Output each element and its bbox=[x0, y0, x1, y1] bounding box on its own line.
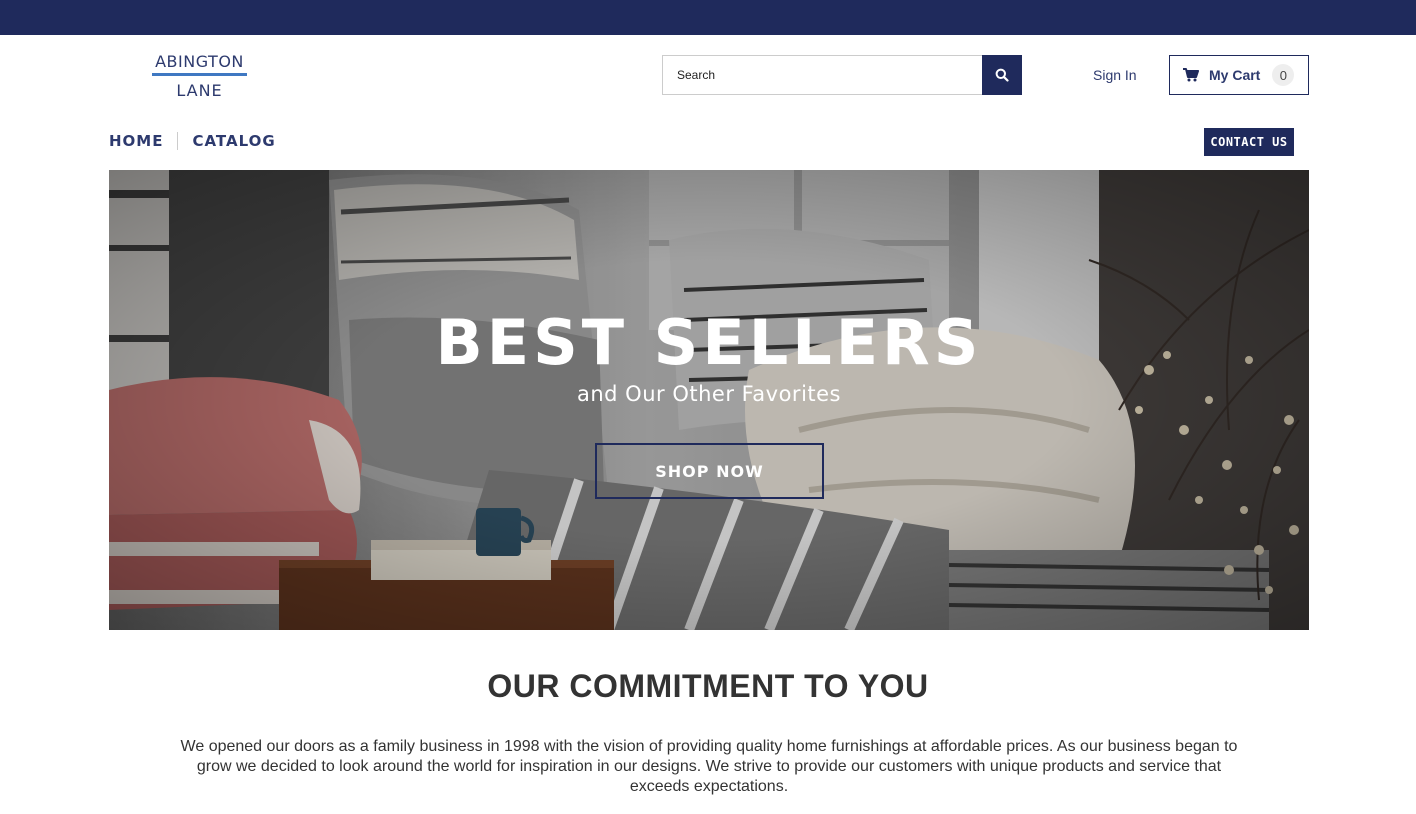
cart-icon bbox=[1183, 68, 1199, 82]
hero-subtitle: and Our Other Favorites bbox=[577, 382, 841, 406]
logo-line1: ABINGTON bbox=[155, 52, 244, 71]
logo-line2: LANE bbox=[176, 81, 223, 100]
nav-item-home[interactable]: HOME bbox=[109, 132, 163, 150]
nav-divider bbox=[177, 132, 179, 150]
shop-now-button[interactable]: SHOP NOW bbox=[595, 443, 824, 499]
sign-in-link[interactable]: Sign In bbox=[1093, 67, 1137, 83]
top-bar bbox=[0, 0, 1416, 35]
logo-rule bbox=[152, 73, 247, 76]
logo[interactable]: ABINGTON LANE bbox=[152, 52, 247, 101]
cart-count-badge: 0 bbox=[1272, 64, 1295, 86]
contact-us-button[interactable]: CONTACT US bbox=[1204, 128, 1294, 156]
commitment-heading: OUR COMMITMENT TO YOU bbox=[487, 668, 929, 704]
hero-banner: BEST SELLERS and Our Other Favorites SHO… bbox=[109, 170, 1309, 630]
main-nav: HOME CATALOG bbox=[109, 132, 276, 150]
commitment-text: We opened our doors as a family business… bbox=[180, 738, 1238, 795]
search-button[interactable] bbox=[982, 55, 1022, 95]
nav-item-catalog[interactable]: CATALOG bbox=[192, 132, 275, 150]
search-input[interactable] bbox=[663, 56, 982, 94]
cart-label: My Cart bbox=[1209, 67, 1261, 83]
search-icon bbox=[995, 68, 1009, 82]
cart-button[interactable]: My Cart 0 bbox=[1169, 55, 1309, 95]
search-field[interactable] bbox=[662, 55, 982, 95]
hero-title: BEST SELLERS bbox=[435, 306, 983, 379]
